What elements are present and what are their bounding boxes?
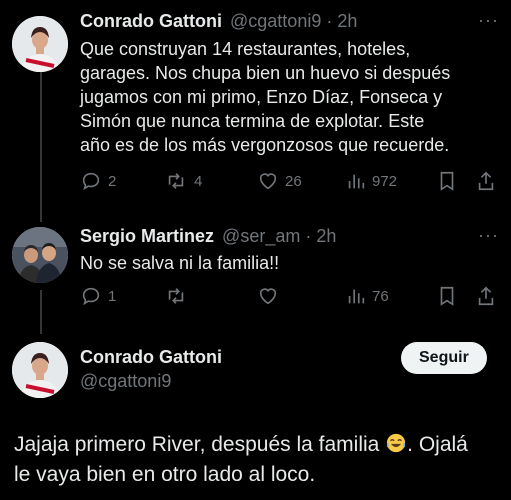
bookmark-button[interactable]: [437, 170, 457, 192]
more-icon[interactable]: ···: [478, 225, 499, 246]
views-count: 76: [372, 287, 389, 305]
tweet-2[interactable]: Sergio Martinez @ser_am · 2h ··· No se s…: [0, 215, 511, 330]
reply-count: 2: [108, 172, 117, 190]
views-count: 972: [372, 172, 398, 190]
share-button[interactable]: [476, 170, 496, 192]
reply-button[interactable]: 1: [80, 285, 116, 307]
timestamp[interactable]: · 2h: [326, 11, 357, 31]
views-icon: [348, 174, 365, 189]
reply-icon: [82, 287, 100, 306]
author-name[interactable]: Conrado Gattoni: [80, 11, 222, 31]
timestamp[interactable]: · 2h: [305, 226, 336, 246]
reply-button[interactable]: 2: [80, 170, 116, 192]
share-icon: [478, 286, 494, 306]
tweet-header: Sergio Martinez @ser_am · 2h: [80, 226, 336, 247]
tweet-1[interactable]: Conrado Gattoni @cgattoni9 · 2h ··· Que …: [0, 0, 511, 215]
action-bar: 1 76: [80, 285, 500, 309]
share-icon: [478, 171, 494, 191]
like-button[interactable]: [257, 285, 279, 307]
tears-of-joy-icon: [387, 433, 406, 453]
bookmark-icon: [440, 171, 454, 191]
author-handle[interactable]: @cgattoni9: [80, 371, 171, 392]
author-handle[interactable]: @cgattoni9: [230, 11, 321, 31]
views-icon: [348, 289, 365, 304]
retweet-button[interactable]: 4: [164, 170, 202, 192]
avatar[interactable]: [12, 342, 68, 398]
more-icon[interactable]: ···: [478, 10, 499, 31]
like-icon: [259, 173, 277, 190]
views-button[interactable]: 76: [346, 285, 389, 307]
bookmark-icon: [440, 286, 454, 306]
tweet-text: Jajaja primero River, después la familia…: [14, 433, 468, 486]
retweet-button[interactable]: [164, 285, 188, 307]
follow-button[interactable]: Seguir: [401, 342, 487, 374]
retweet-count: 4: [194, 172, 203, 190]
reply-icon: [82, 172, 100, 191]
action-bar: 2 4 26 972: [80, 170, 500, 194]
tweet-text: Que construyan 14 restaurantes, hoteles,…: [80, 39, 451, 155]
views-button[interactable]: 972: [346, 170, 397, 192]
author-handle[interactable]: @ser_am: [222, 226, 300, 246]
retweet-icon: [168, 288, 184, 304]
reply-count: 1: [108, 287, 117, 305]
like-button[interactable]: 26: [257, 170, 302, 192]
tweet-text: No se salva ni la familia!!: [80, 253, 280, 273]
main-tweet: Conrado Gattoni @cgattoni9 Seguir Jajaja…: [0, 330, 511, 500]
like-icon: [259, 288, 277, 305]
retweet-icon: [168, 173, 184, 189]
share-button[interactable]: [476, 285, 496, 307]
avatar[interactable]: [12, 227, 68, 283]
avatar[interactable]: [12, 16, 68, 72]
bookmark-button[interactable]: [437, 285, 457, 307]
like-count: 26: [285, 172, 302, 190]
tweet-header: Conrado Gattoni @cgattoni9 · 2h: [80, 11, 357, 32]
author-name[interactable]: Sergio Martinez: [80, 226, 214, 246]
author-name[interactable]: Conrado Gattoni: [80, 347, 222, 368]
